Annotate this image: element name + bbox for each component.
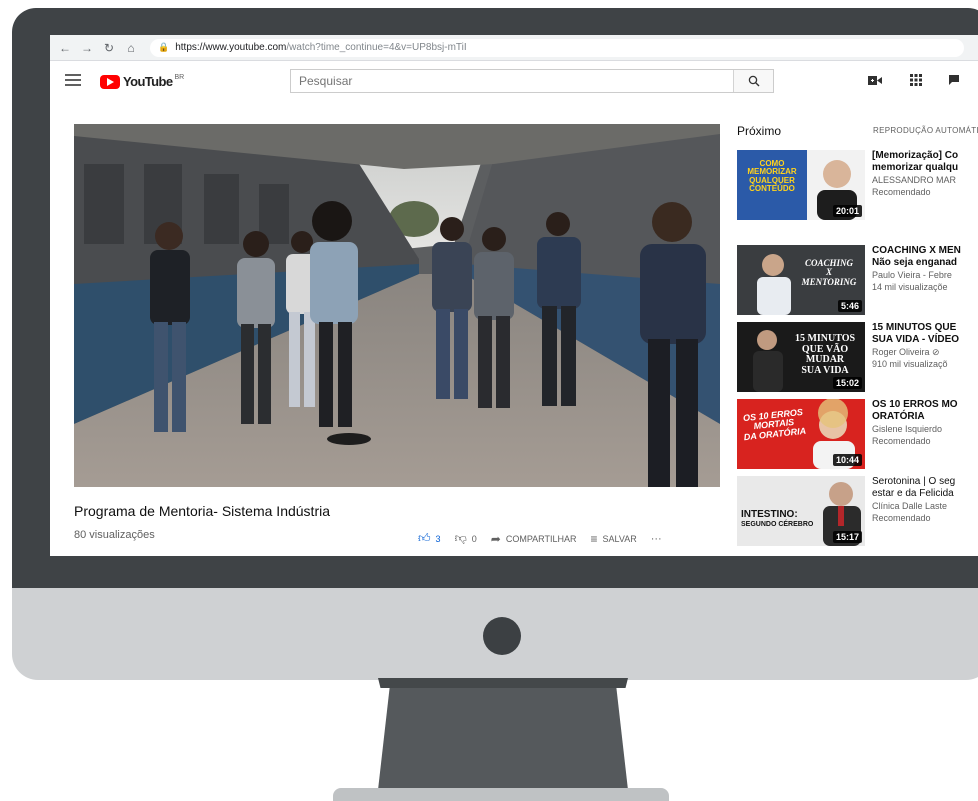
youtube-logo[interactable]: YouTube BR	[100, 74, 184, 89]
up-next-header: Próximo REPRODUÇÃO AUTOMÁTICA	[737, 124, 978, 140]
hamburger-menu-icon[interactable]	[65, 74, 81, 88]
recommended-title: ORATÓRIA	[872, 411, 925, 422]
video-sub-meta: 14 mil visualizaçõe	[872, 282, 948, 292]
channel-name: Gislene Isquierdo	[872, 424, 943, 434]
thumb-caption: CONTEÚDO	[749, 184, 795, 194]
thumbs-up-icon: 👍︎	[418, 531, 431, 545]
video-thumbnail[interactable]: COACHING X MENTORING 5:46	[737, 245, 865, 315]
dislike-button[interactable]: 👎︎ 0	[455, 531, 477, 546]
view-count: 80 visualizações	[74, 529, 155, 541]
monitor-logo-dot	[483, 617, 521, 655]
video-thumbnail[interactable]: INTESTINO: SEGUNDO CÉREBRO 15:17	[737, 476, 865, 546]
url-path: /watch?time_continue=4&v=UP8bsj-mTiI	[286, 42, 467, 53]
recommended-video[interactable]: COACHING X MENTORING 5:46 COACHING X MEN…	[737, 245, 978, 315]
autoplay-toggle-label[interactable]: REPRODUÇÃO AUTOMÁTICA	[873, 126, 978, 135]
youtube-masthead: YouTube BR	[50, 62, 978, 102]
like-count: 3	[435, 533, 441, 544]
search-box	[290, 69, 774, 93]
youtube-play-icon	[100, 74, 120, 89]
channel-name: ALESSANDRO MAR	[872, 175, 957, 185]
recommended-video[interactable]: 15 MINUTOS QUE VÃO MUDAR SUA VIDA 15:02 …	[737, 322, 978, 392]
video-frame	[74, 124, 720, 487]
video-camera-icon[interactable]	[868, 74, 882, 89]
apps-grid-icon[interactable]	[910, 74, 922, 89]
video-sub-meta: Recomendado	[872, 436, 931, 446]
address-bar[interactable]: 🔒 https://www.youtube.com/watch?time_con…	[150, 38, 964, 57]
recommended-title: memorizar qualqu	[872, 162, 959, 173]
save-label: SALVAR	[602, 533, 637, 544]
youtube-wordmark: YouTube	[123, 74, 173, 89]
recommended-title: 15 MINUTOS QUE	[872, 322, 957, 333]
share-label: COMPARTILHAR	[505, 533, 577, 544]
recommended-title: [Memorização] Co	[872, 150, 959, 161]
up-next-sidebar: Próximo REPRODUÇÃO AUTOMÁTICA COMO MEMOR…	[737, 124, 978, 546]
video-sub-meta: Recomendado	[872, 187, 931, 197]
video-title: Programa de Mentoria- Sistema Indústria	[74, 503, 330, 519]
monitor-stand-shadow	[378, 678, 628, 688]
video-sub-meta: Recomendado	[872, 513, 931, 523]
recommended-video[interactable]: INTESTINO: SEGUNDO CÉREBRO 15:17 Seroton…	[737, 476, 978, 546]
thumb-caption: MUDAR	[805, 354, 845, 365]
video-duration: 10:44	[832, 454, 862, 466]
monitor-stand	[378, 680, 628, 790]
share-icon: ➦	[490, 531, 501, 546]
monitor-screen: ← → ↻ ⌂ 🔒 https://www.youtube.com/watch?…	[50, 35, 978, 556]
search-icon	[748, 75, 759, 87]
save-playlist-icon: ≡	[590, 531, 598, 546]
back-arrow-icon[interactable]: ←	[56, 41, 74, 55]
home-icon[interactable]: ⌂	[122, 41, 140, 55]
recommended-video[interactable]: OS 10 ERROS MORTAIS DA ORATÓRIA 10:44 OS…	[737, 399, 978, 469]
video-duration: 15:02	[832, 377, 862, 389]
video-actions: 👍︎ 3 👎︎ 0 ➦ COMPARTILHAR ≡ SALVAR ···	[418, 531, 676, 546]
video-player[interactable]	[74, 124, 720, 487]
video-thumbnail[interactable]: OS 10 ERROS MORTAIS DA ORATÓRIA 10:44	[737, 399, 865, 469]
video-duration: 5:46	[837, 300, 862, 312]
thumb-caption: SUA VIDA	[801, 364, 849, 376]
like-button[interactable]: 👍︎ 3	[418, 531, 441, 546]
video-duration: 20:01	[832, 205, 862, 217]
save-button[interactable]: ≡ SALVAR	[591, 532, 637, 546]
video-meta: COACHING X MEN Não seja enganad Paulo Vi…	[872, 245, 978, 293]
recommended-title: OS 10 ERROS MO	[872, 399, 958, 410]
more-icon: ···	[650, 532, 662, 545]
chat-icon[interactable]	[948, 74, 960, 89]
forward-arrow-icon[interactable]: →	[78, 41, 96, 55]
search-input[interactable]	[291, 70, 733, 92]
up-next-label: Próximo	[737, 124, 782, 138]
dislike-count: 0	[471, 533, 477, 544]
monitor-foot	[333, 788, 669, 801]
recommended-title: Serotonina | O seg	[872, 476, 956, 487]
channel-name: Paulo Vieira - Febre	[872, 270, 952, 280]
video-duration: 15:17	[832, 531, 862, 543]
video-sub-meta: 910 mil visualizaçõ	[872, 359, 948, 369]
share-button[interactable]: ➦ COMPARTILHAR	[491, 532, 577, 546]
recommended-title: estar e da Felicida	[872, 488, 954, 499]
thumbs-down-icon: 👎︎	[454, 531, 467, 545]
lock-icon: 🔒	[158, 42, 170, 52]
thumb-caption: 15 MINUTOS	[794, 333, 856, 344]
thumb-caption: INTESTINO:	[741, 509, 798, 520]
thumb-caption: SEGUNDO CÉREBRO	[741, 520, 814, 528]
browser-toolbar: ← → ↻ ⌂ 🔒 https://www.youtube.com/watch?…	[50, 35, 978, 61]
channel-name: Roger Oliveira ⊘	[872, 347, 940, 357]
url-host: https://www.youtube.com	[175, 42, 287, 53]
video-thumbnail[interactable]: COMO MEMORIZAR QUALQUER CONTEÚDO 20:01	[737, 150, 865, 220]
video-meta: OS 10 ERROS MO ORATÓRIA Gislene Isquierd…	[872, 399, 978, 447]
recommended-title: SUA VIDA - VÍDEO	[872, 334, 960, 345]
more-button[interactable]: ···	[651, 533, 662, 545]
video-meta: [Memorização] Co memorizar qualqu ALESSA…	[872, 150, 978, 198]
video-meta: 15 MINUTOS QUE SUA VIDA - VÍDEO Roger Ol…	[872, 322, 978, 370]
recommended-title: COACHING X MEN	[872, 245, 961, 256]
video-thumbnail[interactable]: 15 MINUTOS QUE VÃO MUDAR SUA VIDA 15:02	[737, 322, 865, 392]
search-button[interactable]	[733, 70, 773, 92]
video-meta: Serotonina | O seg estar e da Felicida C…	[872, 476, 978, 524]
thumb-caption: MENTORING	[801, 276, 857, 287]
country-code: BR	[174, 74, 185, 81]
recommended-title: Não seja enganad	[872, 257, 958, 268]
reload-icon[interactable]: ↻	[100, 41, 118, 55]
recommended-video[interactable]: COMO MEMORIZAR QUALQUER CONTEÚDO 20:01 […	[737, 150, 978, 220]
channel-name: Clínica Dalle Laste	[872, 501, 948, 511]
